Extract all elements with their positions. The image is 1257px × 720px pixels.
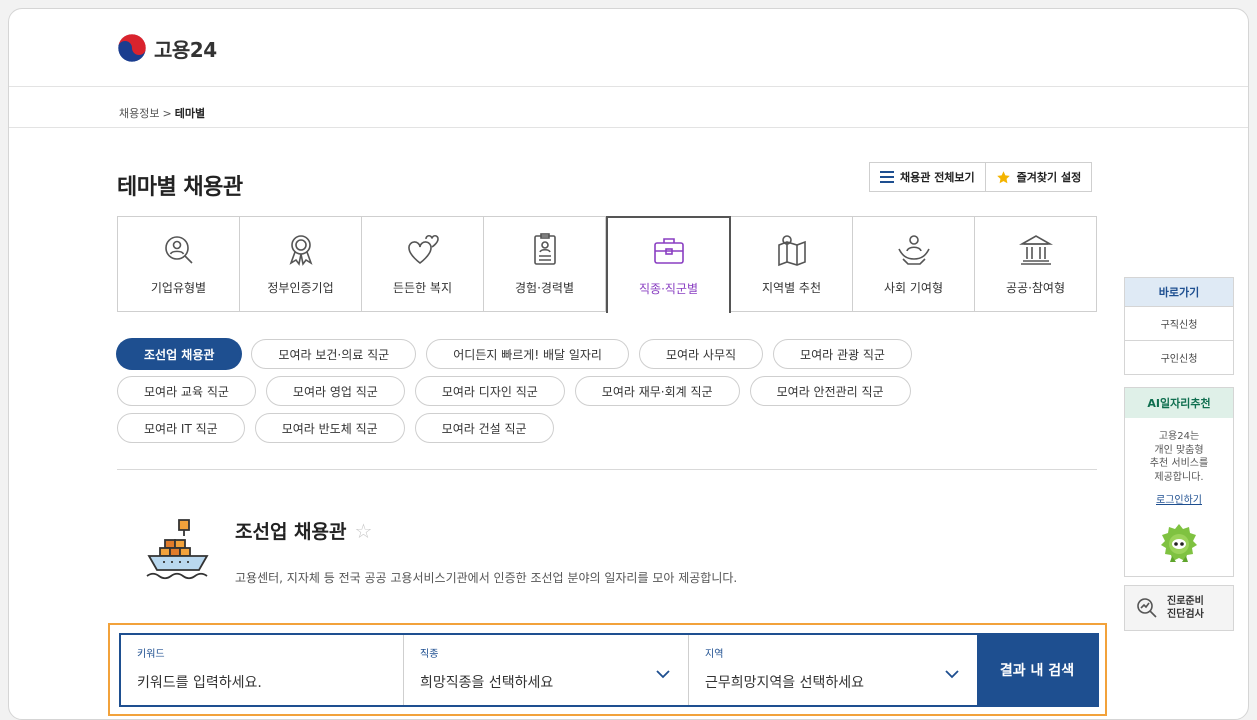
- magnifier-chart-icon: [1137, 597, 1157, 618]
- chip-row: 모여라 교육 직군 모여라 영업 직군 모여라 디자인 직군 모여라 재무·회계…: [117, 376, 977, 406]
- page-frame: 고용24 채용정보 > 테마별 테마별 채용관 채용관 전체보기 즐겨찾기 설정 기…: [8, 8, 1249, 720]
- job-select-value: 희망직종을 선택하세요: [420, 675, 554, 691]
- breadcrumb: 채용정보 > 테마별: [119, 105, 205, 121]
- chip-semiconductor[interactable]: 모여라 반도체 직군: [254, 413, 405, 443]
- chip-shipbuilding[interactable]: 조선업 채용관: [117, 339, 242, 369]
- ai-recommend-title: AI일자리추천: [1125, 388, 1233, 418]
- tab-job-category[interactable]: 직종·직군별: [606, 216, 731, 313]
- tab-label: 정부인증기업: [267, 281, 334, 295]
- cargo-ship-icon: [146, 519, 209, 580]
- chip-office[interactable]: 모여라 사무직: [638, 339, 764, 369]
- hands-people-icon: [897, 235, 930, 265]
- chip-delivery[interactable]: 어디든지 빠르게! 배달 일자리: [426, 339, 629, 369]
- subcategory-chips: 조선업 채용관 모여라 보건·의료 직군 어디든지 빠르게! 배달 일자리 모여…: [117, 339, 977, 450]
- hall-description: 고용센터, 지자체 등 전국 공공 고용서비스기관에서 인증한 조선업 분야의 …: [235, 571, 738, 585]
- chip-construction[interactable]: 모여라 건설 직군: [414, 413, 554, 443]
- award-ribbon-icon: [288, 235, 313, 266]
- view-all-label: 채용관 전체보기: [900, 171, 975, 184]
- ai-text-line: 고용24는: [1158, 431, 1200, 442]
- breadcrumb-separator: >: [162, 107, 172, 120]
- keyword-label: 키워드: [137, 649, 165, 660]
- government-building-icon: [1018, 235, 1053, 265]
- tab-welfare[interactable]: 든든한 복지: [362, 217, 484, 312]
- chevron-down-icon: [945, 670, 959, 679]
- site-header: 고용24: [9, 9, 1248, 87]
- tab-public[interactable]: 공공·참여형: [975, 217, 1097, 312]
- career-text-line: 진로준비: [1167, 595, 1204, 607]
- chevron-down-icon: [656, 670, 670, 679]
- page-title: 테마별 채용관: [117, 175, 243, 200]
- mascot-icon: [1161, 523, 1197, 562]
- briefcase-icon: [653, 238, 684, 264]
- login-link[interactable]: 로그인하기: [1156, 494, 1202, 508]
- tab-label: 경험·경력별: [514, 281, 574, 295]
- chip-row: 조선업 채용관 모여라 보건·의료 직군 어디든지 빠르게! 배달 일자리 모여…: [117, 339, 977, 369]
- chip-finance[interactable]: 모여라 재무·회계 직군: [574, 376, 740, 406]
- keyword-field[interactable]: 키워드 키워드를 입력하세요.: [121, 635, 404, 705]
- favorites-label: 즐겨찾기 설정: [1016, 171, 1082, 184]
- job-select[interactable]: 직종 희망직종을 선택하세요: [404, 635, 689, 705]
- magnifier-person-icon: [164, 236, 193, 264]
- tab-label: 직종·직군별: [638, 282, 698, 296]
- tab-experience[interactable]: 경험·경력별: [484, 217, 606, 312]
- chip-design[interactable]: 모여라 디자인 직군: [414, 376, 565, 406]
- chip-education[interactable]: 모여라 교육 직군: [117, 376, 256, 406]
- chip-health-medical[interactable]: 모여라 보건·의료 직군: [251, 339, 417, 369]
- search-bar: 키워드 키워드를 입력하세요. 직종 희망직종을 선택하세요 지역 근무희망지역…: [119, 633, 1099, 707]
- breadcrumb-parent[interactable]: 채용정보: [119, 107, 159, 120]
- area-select-value: 근무희망지역을 선택하세요: [705, 675, 865, 691]
- divider: [117, 469, 1097, 470]
- tab-label: 기업유형별: [150, 281, 207, 295]
- employer-apply-link[interactable]: 구인신청: [1124, 341, 1234, 375]
- site-logo[interactable]: 고용24: [117, 33, 217, 63]
- tab-label: 사회 기여형: [883, 281, 943, 295]
- ai-text-line: 제공합니다.: [1154, 471, 1204, 483]
- career-text-line: 진단검사: [1167, 608, 1204, 620]
- job-label: 직종: [420, 649, 439, 660]
- chip-sales[interactable]: 모여라 영업 직군: [265, 376, 405, 406]
- area-label: 지역: [705, 649, 724, 660]
- right-quick-rail: 바로가기 구직신청 구인신청 AI일자리추천 고용24는 개인 맞춤형 추천 서…: [1124, 277, 1234, 631]
- hall-title-row: 조선업 채용관 ☆: [235, 517, 372, 544]
- tab-social[interactable]: 사회 기여형: [853, 217, 975, 312]
- menu-lines-icon: [880, 171, 894, 183]
- star-icon: [996, 170, 1010, 183]
- tab-label: 공공·참여형: [1005, 281, 1065, 295]
- hearts-icon: [407, 234, 439, 264]
- top-button-group: 채용관 전체보기 즐겨찾기 설정: [869, 162, 1093, 192]
- hall-title: 조선업 채용관: [235, 521, 347, 543]
- tab-region[interactable]: 지역별 추천: [731, 217, 853, 312]
- ai-recommend-body: 고용24는 개인 맞춤형 추천 서비스를 제공합니다. 로그인하기: [1125, 418, 1233, 576]
- id-card-icon: [533, 233, 556, 265]
- theme-tabs: 기업유형별 정부인증기업 든든한 복지 경험·경력별 직종·직군별 지역별 추천…: [117, 216, 1097, 313]
- taegeuk-logo-icon: [117, 33, 147, 63]
- favorites-button[interactable]: 즐겨찾기 설정: [985, 162, 1093, 192]
- chip-safety[interactable]: 모여라 안전관리 직군: [749, 376, 911, 406]
- tab-certified[interactable]: 정부인증기업: [240, 217, 362, 312]
- ai-recommend-box: AI일자리추천 고용24는 개인 맞춤형 추천 서비스를 제공합니다. 로그인하…: [1124, 387, 1234, 577]
- logo-text: 고용24: [154, 37, 217, 62]
- tab-company-type[interactable]: 기업유형별: [118, 217, 240, 312]
- career-diagnosis-button[interactable]: 진로준비 진단검사: [1124, 584, 1234, 631]
- area-select[interactable]: 지역 근무희망지역을 선택하세요: [689, 635, 977, 705]
- job-seeker-apply-link[interactable]: 구직신청: [1124, 307, 1234, 341]
- map-pin-icon: [777, 235, 806, 267]
- tab-label: 든든한 복지: [392, 281, 452, 295]
- shortcut-title: 바로가기: [1124, 277, 1234, 307]
- favorite-star-icon[interactable]: ☆: [355, 519, 373, 543]
- search-button[interactable]: 결과 내 검색: [977, 635, 1097, 705]
- divider: [9, 127, 1248, 128]
- breadcrumb-current: 테마별: [174, 107, 206, 120]
- ai-text-line: 개인 맞춤형: [1154, 444, 1204, 456]
- chip-it[interactable]: 모여라 IT 직군: [117, 413, 245, 443]
- view-all-button[interactable]: 채용관 전체보기: [869, 162, 986, 192]
- ai-text-line: 추천 서비스를: [1149, 458, 1209, 469]
- chip-row: 모여라 IT 직군 모여라 반도체 직군 모여라 건설 직군: [117, 413, 977, 443]
- career-diagnosis-label: 진로준비 진단검사: [1167, 595, 1204, 621]
- keyword-input[interactable]: 키워드를 입력하세요.: [137, 672, 403, 692]
- tab-label: 지역별 추천: [761, 281, 821, 295]
- chip-tourism[interactable]: 모여라 관광 직군: [773, 339, 912, 369]
